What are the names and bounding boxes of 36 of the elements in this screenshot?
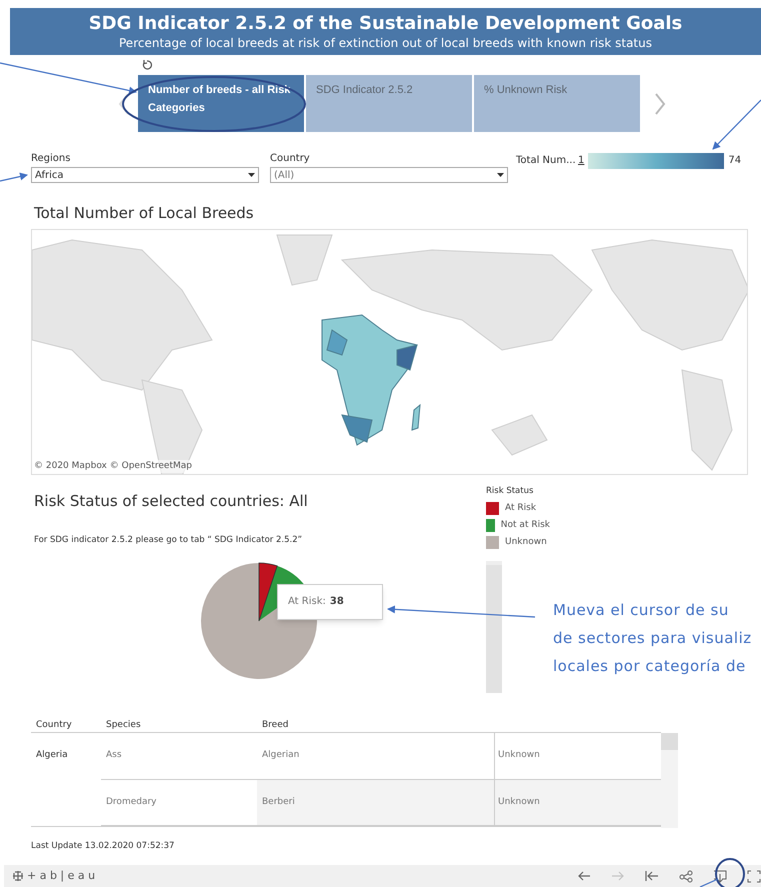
tooltip-label: At Risk: [288, 595, 326, 610]
species-cell-text: Dromedary [106, 796, 156, 809]
note-text: For SDG indicator 2.5.2 please go to tab “ SDG Indicator 2.5.2” [34, 534, 302, 547]
breed-cell-text: Berberi [262, 796, 295, 809]
species-cell-text: Ass [106, 749, 122, 762]
legend-min: 1 [578, 154, 584, 168]
column-header: Breed [261, 718, 290, 732]
filter-label: Country [270, 152, 311, 166]
dropdown[interactable]: (All) [270, 167, 508, 183]
legend-item: Not at Risk [500, 518, 550, 532]
annotation-text: locales por categoría de [553, 656, 746, 677]
map-attribution: © 2020 Mapbox © OpenStreetMap [34, 460, 192, 473]
breed-cell-text: Algerian [262, 749, 300, 762]
dashboard-tab[interactable]: SDG Indicator 2.5.2 [306, 75, 472, 132]
table-cell-text: Unknown [498, 796, 540, 809]
annotation-text: Mueva el cursor de su [553, 600, 729, 621]
legend-item: Unknown [505, 536, 547, 548]
logo-text[interactable]: + a b | e a u [27, 868, 96, 884]
legend-title: Risk Status [486, 485, 534, 498]
annotation-text: de sectores para visualiz [553, 628, 752, 649]
column-header: Species [105, 718, 142, 732]
country-cell-text: Algeria [36, 749, 68, 762]
tooltip-value: 38 [330, 595, 344, 610]
dropdown[interactable]: Africa [31, 167, 259, 183]
dashboard-title: SDG Indicator 2.5.2 of the Sustainable Development Goals [88, 12, 682, 34]
section-title: Total Number of Local Breeds [33, 203, 254, 223]
filter-label: Regions [31, 152, 72, 166]
last-update-text: Last Update 13.02.2020 07:52:37 [30, 840, 174, 853]
legend-item: At Risk [505, 502, 536, 514]
table-cell-text: Unknown [498, 749, 540, 762]
dashboard-subtitle: Percentage of local breeds at risk of extinction out of local breeds with known risk status [119, 34, 652, 50]
legend-label: Total Num... [516, 154, 577, 168]
section-title: Risk Status of selected countries: All [34, 491, 308, 511]
column-header: Country [35, 718, 73, 732]
dashboard-tab[interactable]: % Unknown Risk [474, 75, 640, 132]
legend-max: 74 [728, 154, 742, 168]
